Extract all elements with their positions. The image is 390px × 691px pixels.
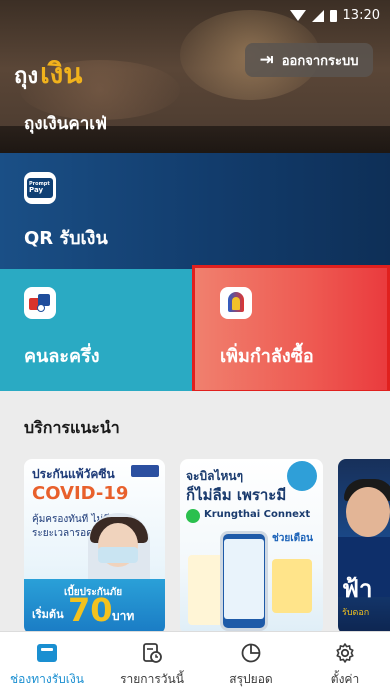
promo-card-partial[interactable]: ฟ้า รับดอก [338,459,390,634]
bottom-nav: ช่องทางรับเงิน รายการวันนี้ สรุปยอด ตั้ง… [0,631,390,691]
signal-icon [311,9,324,22]
bank-badge-icon [287,461,317,491]
card-headline: ก็ไม่ลืม เพราะมี [186,486,287,504]
card-price: 70 [68,591,113,629]
card-start-label: เริ่มต้น [32,608,64,621]
nav-summary[interactable]: สรุปยอด [208,632,294,691]
card-subtitle: Krungthai Connext [204,509,311,520]
logo-highlight: เงิน [40,57,83,90]
half-half-tile[interactable]: คนละครึ่ง [0,269,195,391]
boost-purchasing-label: เพิ่มกำลังซื้อ [220,346,314,367]
wallet-icon [37,642,57,664]
boost-icon [220,287,252,319]
status-time: 13:20 [342,8,380,23]
recommended-section: บริการแนะนำ ประกันแพ้วัคซีน COVID-19 คุ้… [0,391,390,634]
nav-label: รายการวันนี้ [120,672,184,686]
section-title: บริการแนะนำ [24,418,120,437]
card-subtitle: รับดอก [342,608,370,618]
logout-icon: ⇥ [259,49,274,70]
qr-receive-label: QR รับเงิน [24,228,108,249]
shop-name: ถุงเงินคาเฟ่ [24,114,108,134]
card-price-unit: บาท [112,609,135,623]
nav-today-transactions[interactable]: รายการวันนี้ [104,632,200,691]
insurer-logo-icon [131,465,159,477]
logo-prefix: ถุง [14,64,39,89]
nav-label: ช่องทางรับเงิน [10,672,84,686]
card-headline: COVID-19 [32,483,129,504]
card-reminder-label: ช่วยเตือน [272,533,314,544]
person-illustration [346,487,390,537]
status-bar: 13:20 [289,8,380,23]
battery-icon [329,9,337,22]
nav-label: สรุปยอด [229,672,273,686]
logout-label: ออกจากระบบ [281,53,359,69]
line-icon [186,509,200,523]
pie-chart-icon [240,642,262,664]
promo-card-krungthai-connext[interactable]: จะบิลไหนๆ ก็ไม่ลืม เพราะมี Krungthai Con… [180,459,323,634]
wifi-icon [289,10,306,21]
promptpay-icon: Prompt Pay [24,172,56,204]
header: 13:20 ถุง เงิน ⇥ ออกจากระบบ ถุงเงินคาเฟ่ [0,0,390,153]
logout-button[interactable]: ⇥ ออกจากระบบ [245,43,373,77]
bill-illustration-2 [272,559,312,613]
card-headline: ฟ้า [342,575,373,603]
promo-card-covid-insurance[interactable]: ประกันแพ้วัคซีน COVID-19 คุ้มครองทันที ไ… [24,459,165,634]
nav-label: ตั้งค่า [330,672,360,686]
receipt-clock-icon [141,642,163,664]
card-title: ประกันแพ้วัคซีน [32,467,115,481]
half-half-label: คนละครึ่ง [24,346,100,367]
qr-receive-tile[interactable]: Prompt Pay QR รับเงิน [0,153,390,269]
gear-icon [334,642,356,664]
nav-receive-channels[interactable]: ช่องทางรับเงิน [0,632,94,691]
puzzle-icon [24,287,56,319]
boost-purchasing-tile[interactable]: เพิ่มกำลังซื้อ [192,265,390,393]
nav-settings[interactable]: ตั้งค่า [300,632,390,691]
mask-illustration [98,547,138,563]
promptpay-icon-line2: Pay [29,186,44,194]
app-logo: ถุง เงิน [14,52,82,96]
